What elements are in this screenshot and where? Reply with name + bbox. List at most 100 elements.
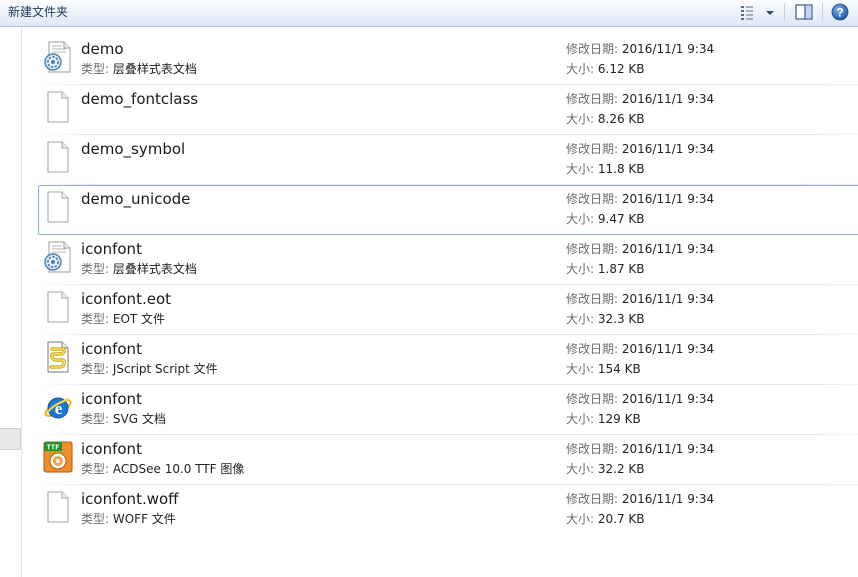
modified-value: 2016/11/1 9:34 [621, 42, 715, 56]
size-label: 大小: [566, 312, 595, 326]
file-modified-date: 修改日期: 2016/11/1 9:34 [566, 42, 714, 57]
ttf-font-file-icon: TTF [42, 440, 74, 474]
modified-value: 2016/11/1 9:34 [621, 242, 715, 256]
file-size: 大小: 129 KB [566, 412, 641, 427]
file-row[interactable]: e iconfont 类型: SVG 文档 修改日期: 2016/11/1 9:34… [38, 385, 858, 435]
file-name: demo_symbol [81, 140, 186, 158]
modified-label: 修改日期: [566, 442, 619, 456]
modified-value: 2016/11/1 9:34 [621, 492, 715, 506]
file-row[interactable]: iconfont 类型: 层叠样式表文档 修改日期: 2016/11/1 9:34 大… [38, 235, 858, 285]
file-size: 大小: 8.26 KB [566, 112, 645, 127]
preview-pane-button[interactable] [793, 2, 815, 22]
type-label: 类型: [81, 262, 110, 276]
css-file-icon [44, 241, 71, 273]
modified-value: 2016/11/1 9:34 [621, 392, 715, 406]
modified-label: 修改日期: [566, 92, 619, 106]
size-label: 大小: [566, 512, 595, 526]
blank-file-icon [42, 290, 74, 324]
new-folder-button[interactable]: 新建文件夹 [8, 4, 68, 20]
file-type: 类型: 层叠样式表文档 [81, 262, 197, 277]
file-modified-date: 修改日期: 2016/11/1 9:34 [566, 92, 714, 107]
size-value: 9.47 KB [597, 212, 645, 226]
modified-label: 修改日期: [566, 192, 619, 206]
type-label: 类型: [81, 312, 110, 326]
file-size: 大小: 6.12 KB [566, 62, 645, 77]
blank-file-icon [42, 90, 74, 124]
modified-value: 2016/11/1 9:34 [621, 442, 715, 456]
type-value: EOT 文件 [112, 312, 166, 326]
modified-label: 修改日期: [566, 142, 619, 156]
type-value: WOFF 文件 [112, 512, 176, 526]
type-label: 类型: [81, 62, 110, 76]
file-row[interactable]: iconfont 类型: JScript Script 文件 修改日期: 2016/… [38, 335, 858, 385]
file-row[interactable]: iconfont.eot 类型: EOT 文件 修改日期: 2016/11/1 9:… [38, 285, 858, 335]
file-modified-date: 修改日期: 2016/11/1 9:34 [566, 492, 714, 507]
file-type: 类型: ACDSee 10.0 TTF 图像 [81, 462, 244, 477]
size-label: 大小: [566, 462, 595, 476]
file-size: 大小: 32.3 KB [566, 312, 645, 327]
file-modified-date: 修改日期: 2016/11/1 9:34 [566, 292, 714, 307]
modified-label: 修改日期: [566, 42, 619, 56]
size-value: 32.3 KB [597, 312, 645, 326]
file-name: iconfont [81, 390, 142, 408]
size-value: 32.2 KB [597, 462, 645, 476]
file-modified-date: 修改日期: 2016/11/1 9:34 [566, 142, 714, 157]
help-button[interactable]: ? [830, 2, 850, 22]
type-label: 类型: [81, 462, 110, 476]
toolbar-separator [822, 3, 823, 21]
type-label: 类型: [81, 512, 110, 526]
jscript-file-icon [47, 341, 69, 373]
file-name: demo_unicode [81, 190, 191, 208]
change-view-button[interactable] [738, 2, 778, 22]
size-value: 11.8 KB [597, 162, 645, 176]
file-size: 大小: 1.87 KB [566, 262, 645, 277]
modified-label: 修改日期: [566, 392, 619, 406]
blank-file-icon [42, 190, 74, 224]
file-size: 大小: 32.2 KB [566, 462, 645, 477]
size-value: 154 KB [597, 362, 641, 376]
ttf-badge: TTF [47, 444, 60, 452]
file-row[interactable]: TTF iconfont 类型: ACDSee 10.0 TTF 图像 修改日期: … [38, 435, 858, 485]
file-name: iconfont [81, 240, 142, 258]
preview-pane-icon [795, 4, 813, 20]
modified-value: 2016/11/1 9:34 [621, 292, 715, 306]
size-value: 20.7 KB [597, 512, 645, 526]
size-label: 大小: [566, 412, 595, 426]
internet-explorer-icon: e [44, 397, 72, 419]
file-modified-date: 修改日期: 2016/11/1 9:34 [566, 392, 714, 407]
file-name: demo_fontclass [81, 90, 199, 108]
size-value: 1.87 KB [597, 262, 645, 276]
blank-file-icon [42, 140, 74, 174]
size-label: 大小: [566, 112, 595, 126]
svg-text:?: ? [836, 6, 843, 20]
modified-value: 2016/11/1 9:34 [621, 342, 715, 356]
file-row[interactable]: demo_fontclass 修改日期: 2016/11/1 9:34 大小: 8.… [38, 85, 858, 135]
blank-file-icon [47, 291, 69, 323]
ttf-font-file-icon: TTF [43, 441, 73, 473]
type-label: 类型: [81, 362, 110, 376]
file-row[interactable]: demo_unicode 修改日期: 2016/11/1 9:34 大小: 9.47… [38, 185, 858, 235]
size-value: 6.12 KB [597, 62, 645, 76]
explorer-window: 新建文件夹 ? demo 类型: 层叠样式表文档 修改日期: 2016/11/1… [0, 0, 858, 577]
navigation-pane-scrollbar-thumb[interactable] [0, 428, 21, 450]
blank-file-icon [47, 491, 69, 523]
type-value: 层叠样式表文档 [112, 62, 197, 76]
file-modified-date: 修改日期: 2016/11/1 9:34 [566, 192, 714, 207]
size-label: 大小: [566, 212, 595, 226]
file-size: 大小: 154 KB [566, 362, 641, 377]
navigation-pane [0, 27, 22, 577]
blank-file-icon [47, 91, 69, 123]
file-type: 类型: WOFF 文件 [81, 512, 176, 527]
modified-value: 2016/11/1 9:34 [621, 142, 715, 156]
file-row[interactable]: demo_symbol 修改日期: 2016/11/1 9:34 大小: 11.8 … [38, 135, 858, 185]
file-list: demo 类型: 层叠样式表文档 修改日期: 2016/11/1 9:34 大小: 6… [38, 35, 858, 535]
file-size: 大小: 20.7 KB [566, 512, 645, 527]
modified-label: 修改日期: [566, 242, 619, 256]
file-row[interactable]: demo 类型: 层叠样式表文档 修改日期: 2016/11/1 9:34 大小: 6… [38, 35, 858, 85]
type-value: JScript Script 文件 [112, 362, 218, 376]
modified-value: 2016/11/1 9:34 [621, 92, 715, 106]
file-name: iconfont [81, 340, 142, 358]
file-modified-date: 修改日期: 2016/11/1 9:34 [566, 442, 714, 457]
file-row[interactable]: iconfont.woff 类型: WOFF 文件 修改日期: 2016/11/1 … [38, 485, 858, 535]
file-type: 类型: JScript Script 文件 [81, 362, 218, 377]
